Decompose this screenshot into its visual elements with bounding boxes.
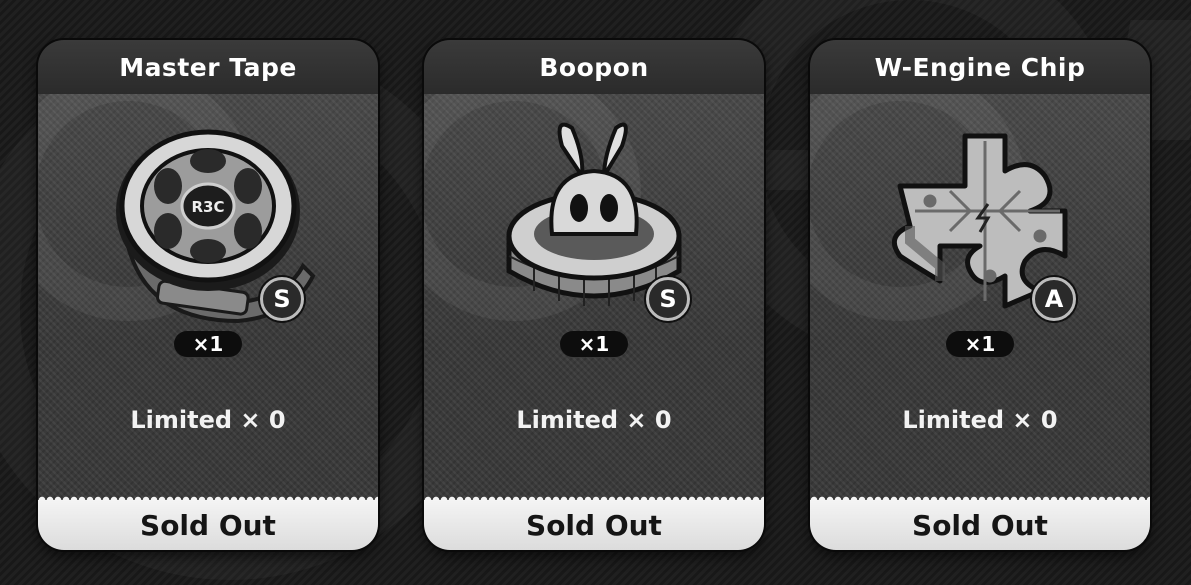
svg-text:R3C: R3C: [192, 198, 225, 216]
item-title: W-Engine Chip: [810, 40, 1150, 94]
shop-item-card-master-tape[interactable]: Master Tape R3C S ×1 Limited × 0 Sold Ou…: [38, 40, 378, 550]
shop-item-card-boopon[interactable]: Boopon S ×1 Limited × 0 Sold Out: [424, 40, 764, 550]
item-display: S ×1 Limited × 0: [424, 94, 764, 500]
quantity-badge: ×1: [560, 331, 628, 357]
sold-out-label: Sold Out: [424, 500, 764, 550]
purchase-limit: Limited × 0: [902, 406, 1058, 434]
sold-out-label: Sold Out: [38, 500, 378, 550]
item-display: R3C S ×1 Limited × 0: [38, 94, 378, 500]
sold-out-label: Sold Out: [810, 500, 1150, 550]
item-display: A ×1 Limited × 0: [810, 94, 1150, 500]
quantity-badge: ×1: [174, 331, 242, 357]
quantity-badge: ×1: [946, 331, 1014, 357]
purchase-limit: Limited × 0: [516, 406, 672, 434]
shop-item-card-w-engine-chip[interactable]: W-Engine Chip A ×1 Limited × 0 Sold Out: [810, 40, 1150, 550]
rarity-badge: A: [1032, 277, 1076, 321]
item-title: Boopon: [424, 40, 764, 94]
item-title: Master Tape: [38, 40, 378, 94]
rarity-badge: S: [260, 277, 304, 321]
purchase-limit: Limited × 0: [130, 406, 286, 434]
rarity-badge: S: [646, 277, 690, 321]
